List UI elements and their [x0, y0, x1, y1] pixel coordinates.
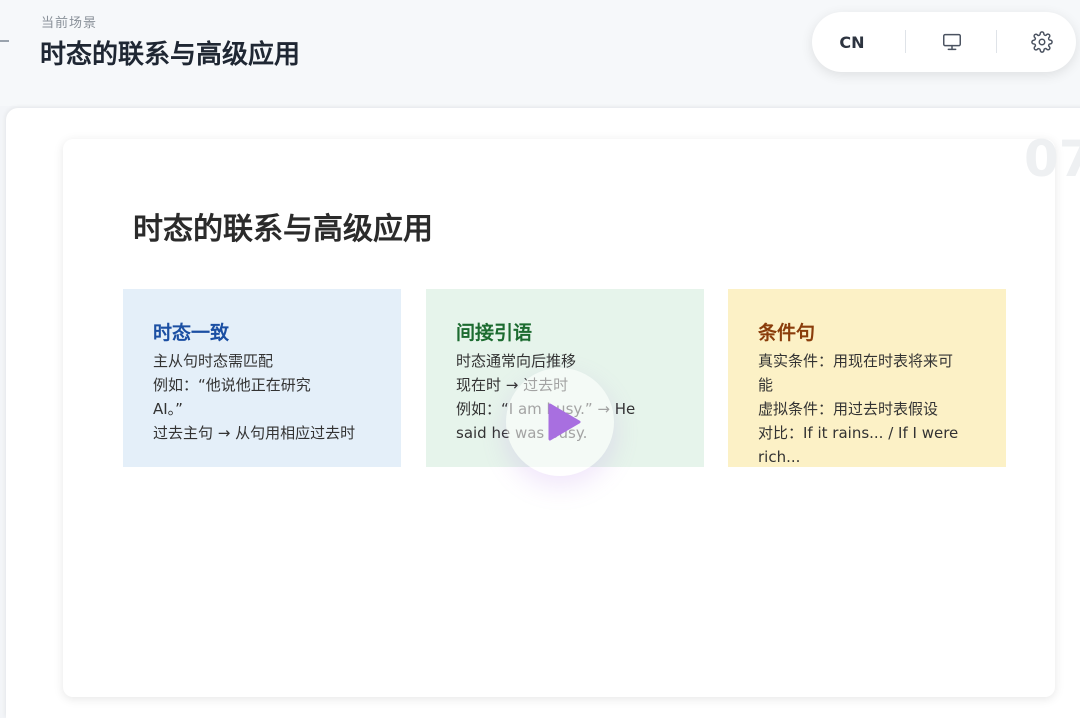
slide-title: 时态的联系与高级应用: [133, 212, 433, 247]
gear-icon: [1031, 31, 1053, 53]
top-bar: 当前场景 时态的联系与高级应用 CN: [0, 0, 1080, 106]
back-arrow-icon[interactable]: [0, 40, 9, 42]
page-title: 时态的联系与高级应用: [40, 40, 301, 70]
card-line: rich...: [758, 448, 801, 466]
divider: [905, 30, 906, 53]
card-line: 主从句时态需匹配: [153, 352, 274, 370]
slide-number: 07: [1024, 130, 1080, 188]
card-conditionals: 条件句 真实条件：用现在时表将来可 能 虚拟条件：用过去时表假设 对比：If i…: [728, 289, 1006, 467]
card-line: AI。”: [153, 400, 183, 418]
card-line: 虚拟条件：用过去时表假设: [758, 400, 939, 418]
card-line: 例如：“他说他正在研究: [153, 376, 311, 394]
scene-label: 当前场景: [41, 16, 98, 31]
card-line: 对比：If it rains... / If I were: [758, 424, 959, 442]
card-line: 能: [758, 376, 774, 394]
card-title: 条件句: [758, 322, 816, 344]
language-toggle-button[interactable]: CN: [824, 12, 880, 72]
divider: [996, 30, 997, 53]
card-title: 间接引语: [456, 322, 533, 344]
monitor-icon: [943, 33, 961, 51]
play-icon: [548, 403, 581, 441]
card-tense-agreement: 时态一致 主从句时态需匹配 例如：“他说他正在研究 AI。” 过去主句 → 从句…: [123, 289, 401, 467]
settings-button[interactable]: [1022, 12, 1062, 72]
control-bar: CN: [812, 12, 1076, 72]
card-title: 时态一致: [153, 322, 230, 344]
monitor-button[interactable]: [932, 12, 972, 72]
card-line: 过去主句 → 从句用相应过去时: [153, 424, 356, 442]
play-button[interactable]: [506, 368, 614, 476]
card-line: 真实条件：用现在时表将来可: [758, 352, 954, 370]
